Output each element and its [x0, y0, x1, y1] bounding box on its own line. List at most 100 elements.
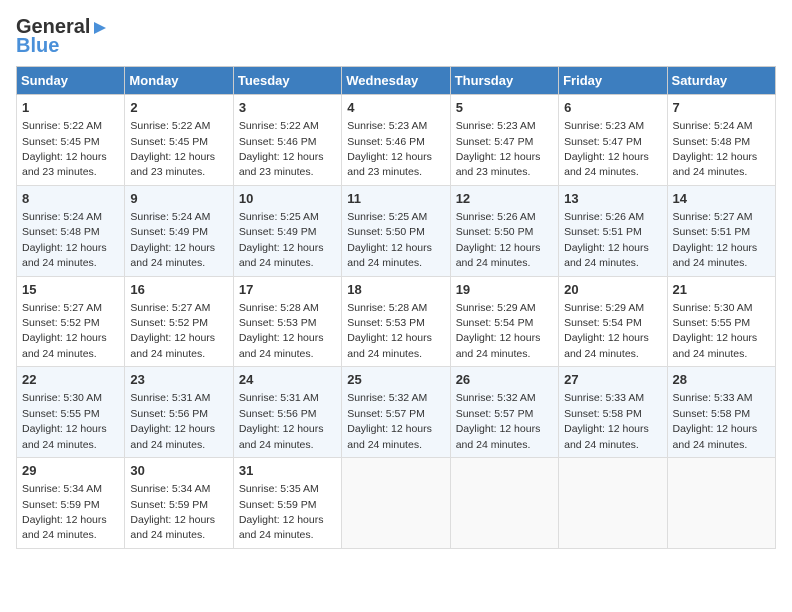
day-info: Sunrise: 5:25 AMSunset: 5:50 PMDaylight:… [347, 211, 432, 269]
calendar-cell: 9Sunrise: 5:24 AMSunset: 5:49 PMDaylight… [125, 185, 233, 276]
day-number: 3 [239, 99, 336, 117]
calendar-cell: 29 Sunrise: 5:34 AMSunset: 5:59 PMDayligh… [17, 458, 125, 549]
day-info: Sunrise: 5:31 AMSunset: 5:56 PMDaylight:… [130, 392, 215, 450]
calendar-cell: 16 Sunrise: 5:27 AMSunset: 5:52 PMDayligh… [125, 276, 233, 367]
calendar-cell: 31 Sunrise: 5:35 AMSunset: 5:59 PMDayligh… [233, 458, 341, 549]
col-header-sunday: Sunday [17, 67, 125, 95]
col-header-saturday: Saturday [667, 67, 775, 95]
calendar-cell: 19 Sunrise: 5:29 AMSunset: 5:54 PMDayligh… [450, 276, 558, 367]
day-info: Sunrise: 5:23 AMSunset: 5:47 PMDaylight:… [564, 120, 649, 178]
day-number: 1 [22, 99, 119, 117]
day-info: Sunrise: 5:28 AMSunset: 5:53 PMDaylight:… [347, 302, 432, 360]
calendar-cell [450, 458, 558, 549]
day-number: 21 [673, 281, 770, 299]
calendar-cell: 25 Sunrise: 5:32 AMSunset: 5:57 PMDayligh… [342, 367, 450, 458]
day-info: Sunrise: 5:24 AMSunset: 5:48 PMDaylight:… [22, 211, 107, 269]
day-info: Sunrise: 5:30 AMSunset: 5:55 PMDaylight:… [673, 302, 758, 360]
day-info: Sunrise: 5:26 AMSunset: 5:51 PMDaylight:… [564, 211, 649, 269]
day-info: Sunrise: 5:27 AMSunset: 5:52 PMDaylight:… [130, 302, 215, 360]
day-number: 28 [673, 371, 770, 389]
calendar-cell: 21 Sunrise: 5:30 AMSunset: 5:55 PMDayligh… [667, 276, 775, 367]
day-number: 18 [347, 281, 444, 299]
day-info: Sunrise: 5:27 AMSunset: 5:51 PMDaylight:… [673, 211, 758, 269]
day-number: 25 [347, 371, 444, 389]
calendar-cell [667, 458, 775, 549]
day-number: 7 [673, 99, 770, 117]
day-number: 24 [239, 371, 336, 389]
calendar-cell: 5Sunrise: 5:23 AMSunset: 5:47 PMDaylight… [450, 95, 558, 186]
calendar-header-row: SundayMondayTuesdayWednesdayThursdayFrid… [17, 67, 776, 95]
day-info: Sunrise: 5:31 AMSunset: 5:56 PMDaylight:… [239, 392, 324, 450]
day-info: Sunrise: 5:29 AMSunset: 5:54 PMDaylight:… [564, 302, 649, 360]
day-info: Sunrise: 5:29 AMSunset: 5:54 PMDaylight:… [456, 302, 541, 360]
calendar-cell: 7Sunrise: 5:24 AMSunset: 5:48 PMDaylight… [667, 95, 775, 186]
col-header-tuesday: Tuesday [233, 67, 341, 95]
calendar-week-2: 8 Sunrise: 5:24 AMSunset: 5:48 PMDaylight… [17, 185, 776, 276]
day-info: Sunrise: 5:25 AMSunset: 5:49 PMDaylight:… [239, 211, 324, 269]
calendar-cell: 1 Sunrise: 5:22 AMSunset: 5:45 PMDaylight… [17, 95, 125, 186]
day-info: Sunrise: 5:30 AMSunset: 5:55 PMDaylight:… [22, 392, 107, 450]
logo: General Blue [16, 16, 110, 58]
calendar-cell: 23Sunrise: 5:31 AMSunset: 5:56 PMDayligh… [125, 367, 233, 458]
day-info: Sunrise: 5:22 AMSunset: 5:45 PMDaylight:… [22, 120, 107, 178]
calendar-cell: 27 Sunrise: 5:33 AMSunset: 5:58 PMDayligh… [559, 367, 667, 458]
calendar-cell: 22 Sunrise: 5:30 AMSunset: 5:55 PMDayligh… [17, 367, 125, 458]
day-number: 14 [673, 190, 770, 208]
calendar-cell: 18 Sunrise: 5:28 AMSunset: 5:53 PMDayligh… [342, 276, 450, 367]
day-info: Sunrise: 5:26 AMSunset: 5:50 PMDaylight:… [456, 211, 541, 269]
calendar-cell: 13Sunrise: 5:26 AMSunset: 5:51 PMDayligh… [559, 185, 667, 276]
day-number: 9 [130, 190, 227, 208]
col-header-friday: Friday [559, 67, 667, 95]
calendar-cell: 30Sunrise: 5:34 AMSunset: 5:59 PMDayligh… [125, 458, 233, 549]
logo-arrow-icon [90, 20, 110, 36]
day-number: 20 [564, 281, 661, 299]
calendar-cell: 14 Sunrise: 5:27 AMSunset: 5:51 PMDayligh… [667, 185, 775, 276]
day-info: Sunrise: 5:28 AMSunset: 5:53 PMDaylight:… [239, 302, 324, 360]
day-number: 19 [456, 281, 553, 299]
calendar-cell: 6 Sunrise: 5:23 AMSunset: 5:47 PMDaylight… [559, 95, 667, 186]
day-number: 22 [22, 371, 119, 389]
day-number: 31 [239, 462, 336, 480]
day-info: Sunrise: 5:32 AMSunset: 5:57 PMDaylight:… [456, 392, 541, 450]
logo-blue: Blue [16, 35, 59, 58]
calendar-cell: 17 Sunrise: 5:28 AMSunset: 5:53 PMDayligh… [233, 276, 341, 367]
day-number: 6 [564, 99, 661, 117]
col-header-thursday: Thursday [450, 67, 558, 95]
calendar-cell: 12 Sunrise: 5:26 AMSunset: 5:50 PMDayligh… [450, 185, 558, 276]
day-number: 15 [22, 281, 119, 299]
calendar-cell [559, 458, 667, 549]
calendar-week-4: 22 Sunrise: 5:30 AMSunset: 5:55 PMDayligh… [17, 367, 776, 458]
day-info: Sunrise: 5:32 AMSunset: 5:57 PMDaylight:… [347, 392, 432, 450]
day-info: Sunrise: 5:33 AMSunset: 5:58 PMDaylight:… [564, 392, 649, 450]
calendar-cell: 26Sunrise: 5:32 AMSunset: 5:57 PMDayligh… [450, 367, 558, 458]
calendar-cell: 28 Sunrise: 5:33 AMSunset: 5:58 PMDayligh… [667, 367, 775, 458]
day-info: Sunrise: 5:27 AMSunset: 5:52 PMDaylight:… [22, 302, 107, 360]
day-number: 17 [239, 281, 336, 299]
calendar-cell: 2 Sunrise: 5:22 AMSunset: 5:45 PMDaylight… [125, 95, 233, 186]
calendar-table: SundayMondayTuesdayWednesdayThursdayFrid… [16, 66, 776, 549]
day-info: Sunrise: 5:22 AMSunset: 5:45 PMDaylight:… [130, 120, 215, 178]
day-number: 29 [22, 462, 119, 480]
calendar-cell: 3 Sunrise: 5:22 AMSunset: 5:46 PMDaylight… [233, 95, 341, 186]
day-number: 4 [347, 99, 444, 117]
day-number: 2 [130, 99, 227, 117]
day-number: 16 [130, 281, 227, 299]
calendar-week-1: 1 Sunrise: 5:22 AMSunset: 5:45 PMDaylight… [17, 95, 776, 186]
day-info: Sunrise: 5:23 AMSunset: 5:46 PMDaylight:… [347, 120, 432, 178]
day-number: 12 [456, 190, 553, 208]
day-info: Sunrise: 5:22 AMSunset: 5:46 PMDaylight:… [239, 120, 324, 178]
col-header-wednesday: Wednesday [342, 67, 450, 95]
day-number: 8 [22, 190, 119, 208]
calendar-cell: 20 Sunrise: 5:29 AMSunset: 5:54 PMDayligh… [559, 276, 667, 367]
day-info: Sunrise: 5:33 AMSunset: 5:58 PMDaylight:… [673, 392, 758, 450]
header: General Blue [16, 16, 776, 58]
calendar-cell: 4 Sunrise: 5:23 AMSunset: 5:46 PMDaylight… [342, 95, 450, 186]
day-number: 11 [347, 190, 444, 208]
day-info: Sunrise: 5:35 AMSunset: 5:59 PMDaylight:… [239, 483, 324, 541]
day-info: Sunrise: 5:34 AMSunset: 5:59 PMDaylight:… [22, 483, 107, 541]
day-info: Sunrise: 5:34 AMSunset: 5:59 PMDaylight:… [130, 483, 215, 541]
day-number: 27 [564, 371, 661, 389]
calendar-cell: 24 Sunrise: 5:31 AMSunset: 5:56 PMDayligh… [233, 367, 341, 458]
calendar-cell: 11 Sunrise: 5:25 AMSunset: 5:50 PMDayligh… [342, 185, 450, 276]
day-number: 5 [456, 99, 553, 117]
